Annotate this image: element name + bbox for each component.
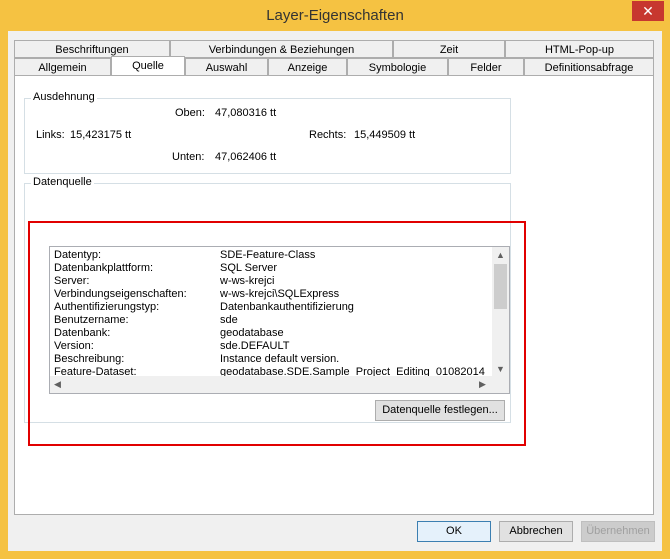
tab-felder[interactable]: Felder <box>448 58 524 76</box>
close-button[interactable]: ✕ <box>632 1 664 21</box>
tab-zeit[interactable]: Zeit <box>393 40 505 58</box>
bottom-label: Unten: <box>172 151 205 163</box>
cancel-button[interactable]: Abbrechen <box>499 521 573 542</box>
tab-auswahl[interactable]: Auswahl <box>185 58 268 76</box>
dialog-window: Layer-Eigenschaften ✕ Beschriftungen Ver… <box>0 0 670 559</box>
tab-definitionsabfrage[interactable]: Definitionsabfrage <box>524 58 654 76</box>
tab-html-popup[interactable]: HTML-Pop-up <box>505 40 654 58</box>
tab-page-quelle: Ausdehnung Oben: 47,080316 tt Links: 15,… <box>14 75 654 515</box>
bottom-value: 47,062406 tt <box>215 151 277 163</box>
tab-allgemein[interactable]: Allgemein <box>14 58 111 76</box>
dialog-client-area: Beschriftungen Verbindungen & Beziehunge… <box>8 31 662 551</box>
extent-group-title: Ausdehnung <box>31 91 97 103</box>
title-bar[interactable]: Layer-Eigenschaften ✕ <box>0 0 670 30</box>
left-label: Links: <box>36 129 65 141</box>
tab-anzeige[interactable]: Anzeige <box>268 58 347 76</box>
top-label: Oben: <box>175 107 205 119</box>
datasource-group-title: Datenquelle <box>31 176 94 188</box>
tab-symbologie[interactable]: Symbologie <box>347 58 448 76</box>
tab-verbindungen-beziehungen[interactable]: Verbindungen & Beziehungen <box>170 40 393 58</box>
window-title: Layer-Eigenschaften <box>266 7 404 24</box>
apply-button[interactable]: Übernehmen <box>581 521 655 542</box>
left-value: 15,423175 tt <box>70 129 132 141</box>
top-value: 47,080316 tt <box>215 107 277 119</box>
extent-group: Ausdehnung Oben: 47,080316 tt Links: 15,… <box>24 91 511 174</box>
highlight-annotation <box>28 221 526 446</box>
ok-button[interactable]: OK <box>417 521 491 542</box>
right-label: Rechts: <box>309 129 347 141</box>
right-value: 15,449509 tt <box>354 129 416 141</box>
